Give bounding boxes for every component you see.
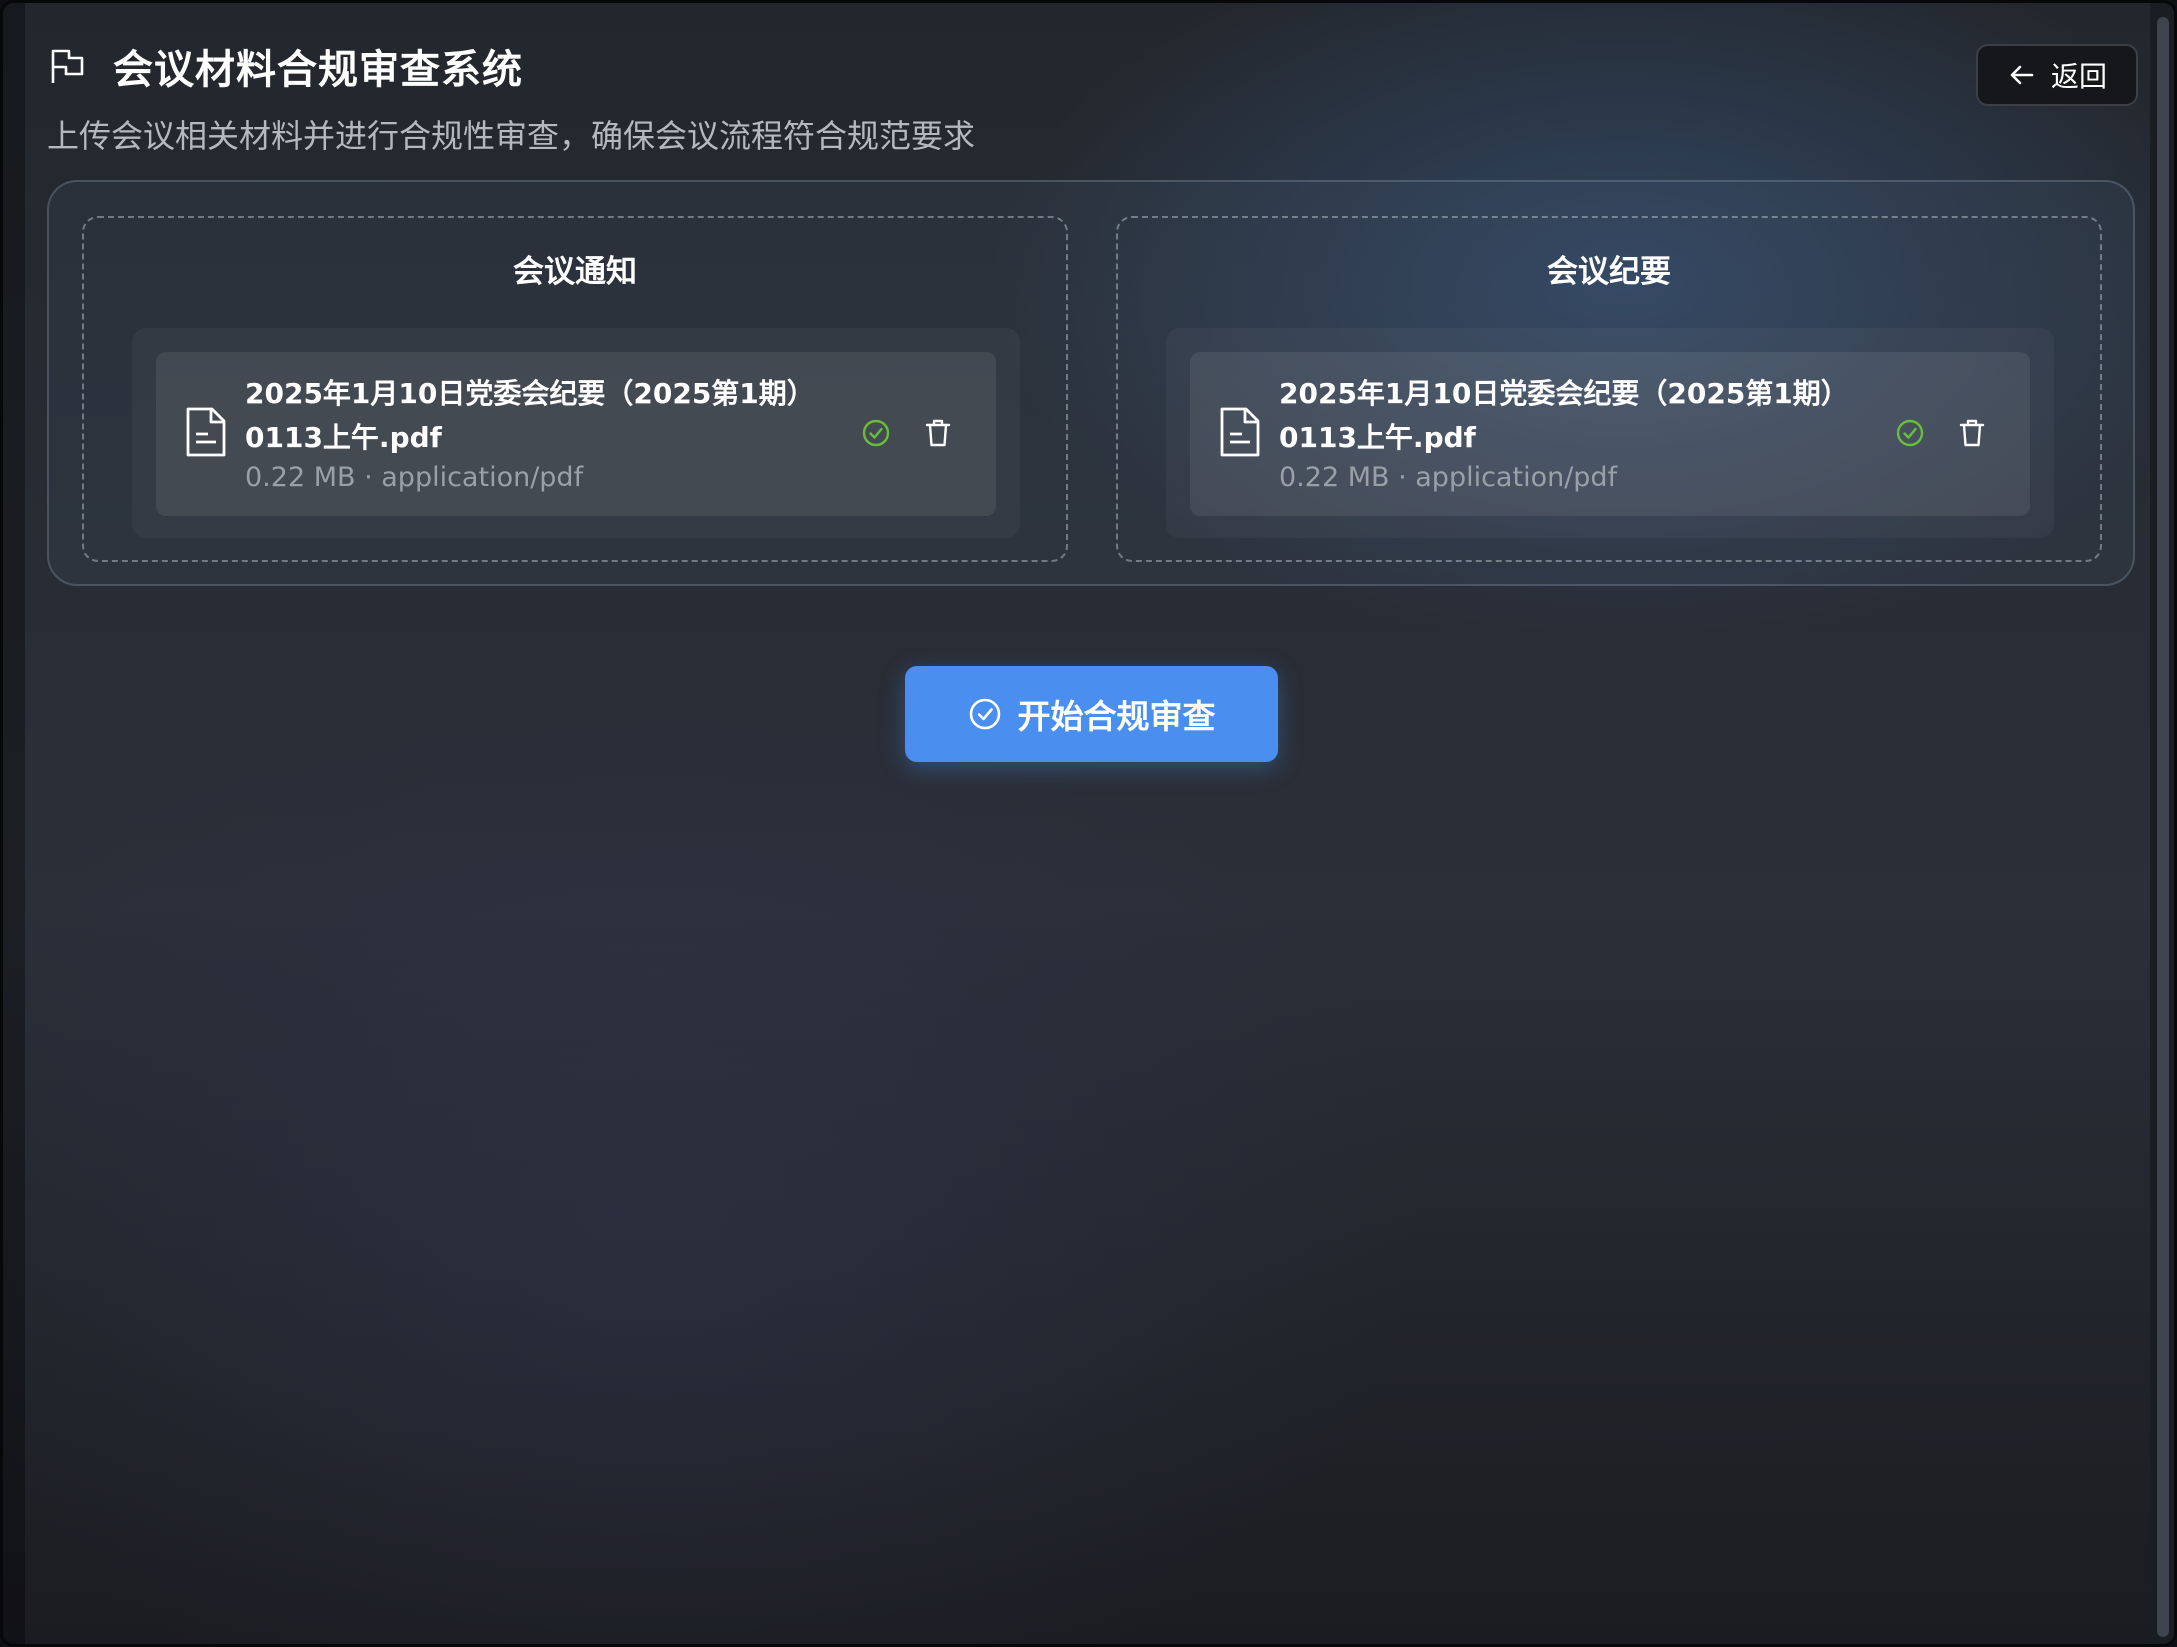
document-icon	[1220, 407, 1260, 457]
page-title: 会议材料合规审查系统	[113, 47, 523, 93]
scrollbar-thumb[interactable]	[2157, 17, 2169, 1637]
upload-zone-title: 会议通知	[513, 254, 637, 290]
check-circle-icon	[1896, 419, 1924, 447]
file-list: 2025年1月10日党委会纪要（2025第1期）0113上午.pdf 0.22 …	[132, 328, 1020, 538]
file-name: 2025年1月10日党委会纪要（2025第1期）0113上午.pdf	[1279, 377, 1849, 454]
upload-panel: 会议通知 2025年1月10日党委会纪要（2025第1期）0113上午.pdf …	[47, 180, 2135, 586]
file-name: 2025年1月10日党委会纪要（2025第1期）0113上午.pdf	[245, 377, 815, 454]
upload-zone-meeting-minutes[interactable]: 会议纪要 2025年1月10日党委会纪要（2025第1期）0113上午.pdf …	[1116, 216, 2102, 562]
upload-zone-title: 会议纪要	[1547, 254, 1671, 290]
file-card: 2025年1月10日党委会纪要（2025第1期）0113上午.pdf 0.22 …	[156, 352, 996, 516]
document-icon	[186, 407, 226, 457]
trash-icon[interactable]	[922, 417, 954, 449]
file-meta: 0.22 MB · application/pdf	[1279, 462, 1618, 493]
app-window: 会议材料合规审查系统 上传会议相关材料并进行合规性审查，确保会议流程符合规范要求…	[0, 0, 2177, 1647]
arrow-left-icon	[2010, 65, 2034, 85]
file-list: 2025年1月10日党委会纪要（2025第1期）0113上午.pdf 0.22 …	[1166, 328, 2054, 538]
file-card: 2025年1月10日党委会纪要（2025第1期）0113上午.pdf 0.22 …	[1190, 352, 2030, 516]
check-circle-icon	[969, 698, 1000, 730]
upload-zone-meeting-notice[interactable]: 会议通知 2025年1月10日党委会纪要（2025第1期）0113上午.pdf …	[82, 216, 1068, 562]
check-circle-icon	[862, 419, 890, 447]
trash-icon[interactable]	[1956, 417, 1988, 449]
start-review-button[interactable]: 开始合规审查	[905, 666, 1278, 762]
page-subtitle: 上传会议相关材料并进行合规性审查，确保会议流程符合规范要求	[47, 117, 976, 155]
back-button[interactable]: 返回	[1976, 44, 2138, 106]
start-review-label: 开始合规审查	[1017, 697, 1216, 736]
flag-icon	[51, 49, 84, 83]
back-button-label: 返回	[2050, 60, 2107, 93]
scrollbar-track[interactable]	[2150, 3, 2174, 1644]
page-header: 会议材料合规审查系统	[47, 37, 523, 95]
file-meta: 0.22 MB · application/pdf	[245, 462, 584, 493]
